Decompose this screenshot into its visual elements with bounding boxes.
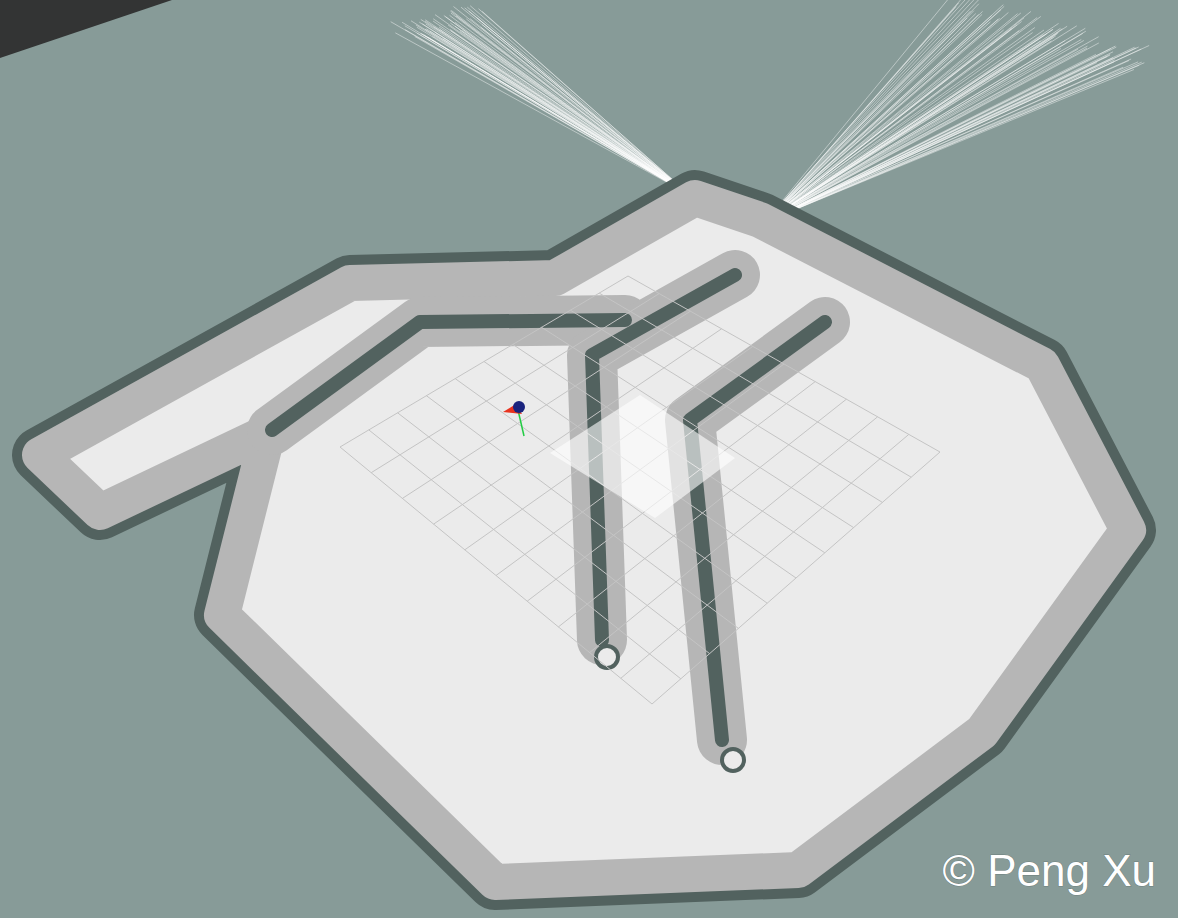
laser-scan [391,0,1149,222]
robot-icon[interactable] [503,401,525,436]
map-canvas[interactable]: © Peng Xu [0,0,1178,918]
occupancy-map [40,198,1128,882]
goal-marker[interactable] [550,395,735,518]
unknown-region [0,0,172,58]
wall [690,322,825,740]
watermark: © Peng Xu [943,846,1156,895]
rviz-view[interactable]: © Peng Xu [0,0,1178,918]
grid [340,276,940,704]
background [0,0,1178,918]
